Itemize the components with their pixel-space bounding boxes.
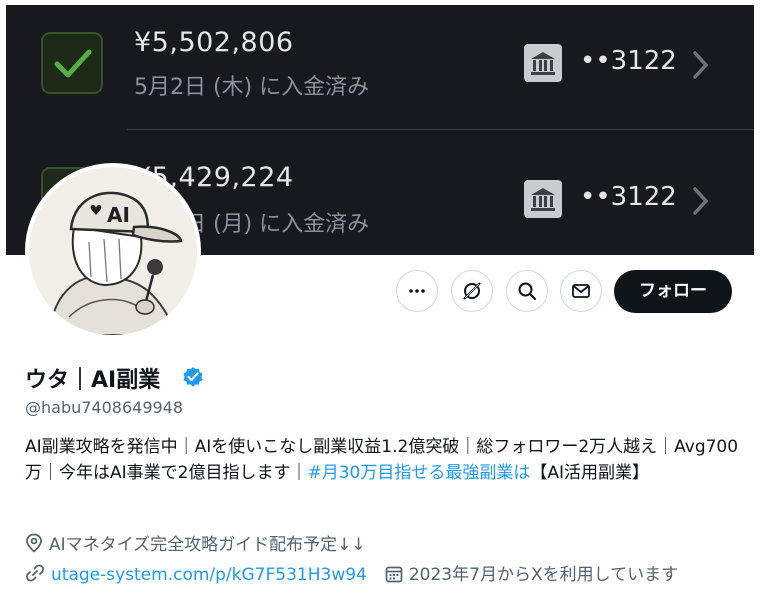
location-row: AIマネタイズ完全攻略ガイド配布予定↓↓	[25, 530, 366, 555]
profile-bio: AI副業攻略を発信中｜AIを使いこなし副業収益1.2億突破｜総フォロワー2万人越…	[25, 434, 740, 486]
message-icon	[572, 284, 590, 298]
meta-row: utage-system.com/p/kG7F531H3w94 2023年7月から…	[25, 560, 678, 585]
more-button[interactable]	[396, 270, 438, 312]
payment-status: 5月2日 (木) に入金済み	[134, 75, 370, 100]
search-icon	[518, 282, 537, 301]
calendar-icon	[385, 566, 403, 583]
account-number: ••3122	[580, 182, 677, 212]
grok-button[interactable]	[451, 270, 493, 312]
location-text: AIマネタイズ完全攻略ガイド配布予定↓↓	[49, 535, 366, 555]
check-icon	[41, 32, 103, 94]
verified-badge-icon	[183, 367, 203, 387]
follow-button[interactable]: フォロー	[614, 270, 732, 313]
search-button[interactable]	[506, 270, 548, 312]
joined-date: 2023年7月からXを利用しています	[408, 565, 679, 585]
display-name: ウタ｜AI副業	[25, 368, 161, 393]
link-icon	[25, 564, 45, 582]
location-pin-icon	[26, 533, 42, 553]
bank-icon	[524, 44, 562, 82]
user-handle: @habu7408649948	[25, 398, 184, 417]
svg-text:AI: AI	[107, 203, 130, 227]
bank-icon	[524, 180, 562, 218]
message-button[interactable]	[560, 270, 602, 312]
avatar[interactable]: AI	[25, 163, 201, 339]
bio-text-end: 【AI活用副業】	[530, 463, 650, 483]
bio-hashtag[interactable]: #月30万目指せる最強副業は	[307, 463, 530, 483]
grok-icon	[463, 282, 481, 300]
account-number: ••3122	[580, 46, 677, 76]
payment-amount: ¥5,502,806	[134, 27, 294, 58]
chevron-right-icon	[693, 187, 709, 215]
payment-row: ¥5,502,806 5月2日 (木) に入金済み ••3122	[6, 5, 754, 125]
divider	[127, 129, 754, 130]
more-icon	[409, 289, 425, 293]
profile-url-link[interactable]: utage-system.com/p/kG7F531H3w94	[51, 565, 367, 585]
chevron-right-icon	[693, 51, 709, 79]
